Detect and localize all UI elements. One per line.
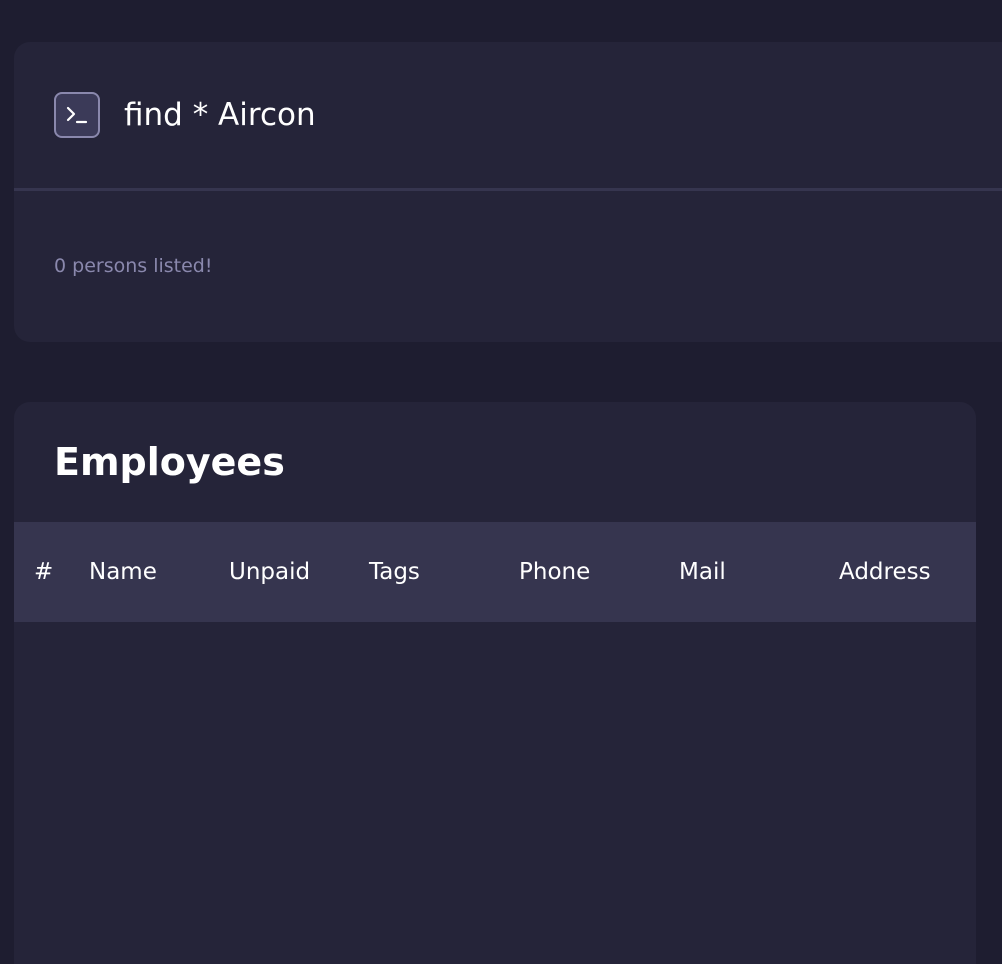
command-panel: find * Aircon 0 persons listed! <box>14 42 1002 342</box>
app-window: find * Aircon 0 persons listed! Employee… <box>0 0 1002 964</box>
column-header-unpaid[interactable]: Unpaid <box>229 522 310 622</box>
table-header: # Name Unpaid Tags Phone Mail Address <box>14 522 976 622</box>
table-body <box>14 622 976 964</box>
employees-panel: Employees # Name Unpaid Tags Phone Mail … <box>14 402 976 964</box>
column-header-address[interactable]: Address <box>839 522 931 622</box>
command-input[interactable]: find * Aircon <box>124 92 316 138</box>
command-box[interactable]: find * Aircon <box>14 42 1002 188</box>
result-message: 0 persons listed! <box>54 255 213 277</box>
terminal-icon-glyph <box>66 106 88 124</box>
divider <box>14 188 1002 191</box>
column-header-index[interactable]: # <box>34 522 53 622</box>
column-header-phone[interactable]: Phone <box>519 522 590 622</box>
column-header-tags[interactable]: Tags <box>369 522 420 622</box>
column-header-mail[interactable]: Mail <box>679 522 726 622</box>
terminal-icon <box>54 92 100 138</box>
column-header-name[interactable]: Name <box>89 522 157 622</box>
page-title: Employees <box>54 440 285 484</box>
